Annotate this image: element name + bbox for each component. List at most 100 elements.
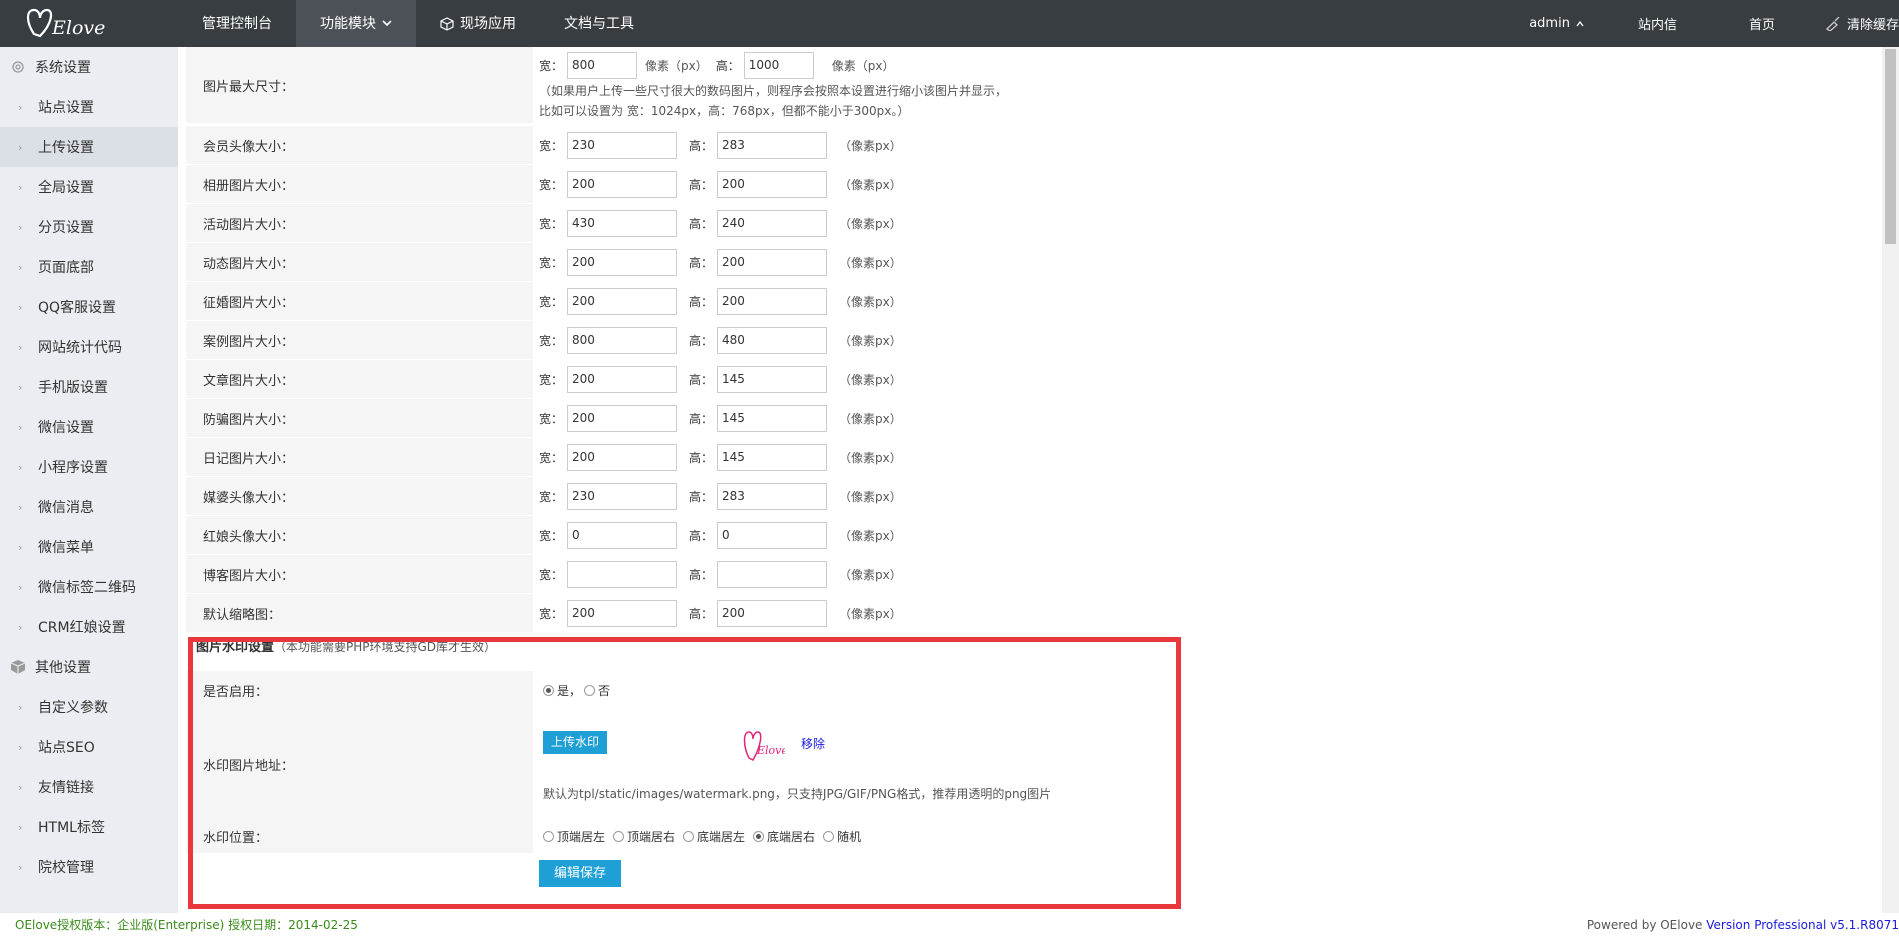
nav-console[interactable]: 管理控制台 xyxy=(178,0,296,47)
sidebar-item[interactable]: › 院校管理 xyxy=(0,847,178,887)
row-label: 活动图片大小： xyxy=(186,204,533,242)
width-input[interactable]: 200 xyxy=(567,443,678,471)
unit-label: （像素px） xyxy=(839,333,902,348)
width-input[interactable] xyxy=(567,560,678,588)
width-input[interactable]: 0 xyxy=(567,521,678,549)
height-input[interactable]: 0 xyxy=(717,521,828,549)
oelove-logo[interactable]: Elove xyxy=(24,4,124,44)
sidebar-item[interactable]: › HTML标签 xyxy=(0,807,178,847)
row-size-setting: 动态图片大小： 宽： 200 高： 200 （像素px） xyxy=(186,243,1186,281)
height-input[interactable]: 200 xyxy=(717,287,828,315)
width-input[interactable]: 200 xyxy=(567,248,678,276)
width-input[interactable]: 200 xyxy=(567,404,678,432)
chevron-right-icon: › xyxy=(18,820,23,834)
sidebar-item[interactable]: › 全局设置 xyxy=(0,167,178,207)
svg-text:Elove: Elove xyxy=(51,17,105,39)
nav-console-label: 管理控制台 xyxy=(202,15,272,32)
sidebar-item[interactable]: › CRM红娘设置 xyxy=(0,607,178,647)
row-size-setting: 文章图片大小： 宽： 200 高： 145 （像素px） xyxy=(186,360,1186,398)
width-label: 宽： xyxy=(539,567,564,582)
nav-onsite[interactable]: 现场应用 xyxy=(416,0,540,47)
height-input[interactable]: 200 xyxy=(717,170,828,198)
sidebar-item-label: 小程序设置 xyxy=(38,460,108,476)
powered-by-prefix: Powered by OElove xyxy=(1586,918,1707,932)
width-input[interactable]: 430 xyxy=(567,209,678,237)
gear-icon xyxy=(12,61,24,73)
sidebar-item-label: 手机版设置 xyxy=(38,380,108,396)
sidebar-item[interactable]: › 小程序设置 xyxy=(0,447,178,487)
row-size-setting: 博客图片大小： 宽： 高： （像素px） xyxy=(186,555,1186,593)
row-size-setting: 征婚图片大小： 宽： 200 高： 200 （像素px） xyxy=(186,282,1186,320)
sidebar-item[interactable]: › 友情链接 xyxy=(0,767,178,807)
width-input[interactable]: 230 xyxy=(567,131,678,159)
unit-label: （像素px） xyxy=(839,489,902,504)
sidebar-item[interactable]: › 网站统计代码 xyxy=(0,327,178,367)
height-input[interactable]: 200 xyxy=(717,599,828,627)
version-link[interactable]: Version Professional v5.1.R8071 xyxy=(1706,918,1899,932)
sidebar-item[interactable]: › 微信消息 xyxy=(0,487,178,527)
nav-modules[interactable]: 功能模块 xyxy=(296,0,416,47)
height-input[interactable]: 145 xyxy=(717,404,828,432)
home-label: 首页 xyxy=(1748,18,1775,33)
unit-label: （像素px） xyxy=(839,450,902,465)
height-input[interactable]: 200 xyxy=(717,248,828,276)
width-input[interactable]: 230 xyxy=(567,482,678,510)
scrollbar[interactable] xyxy=(1882,47,1899,913)
height-input[interactable]: 480 xyxy=(717,326,828,354)
max-width-input[interactable]: 800 xyxy=(567,51,638,79)
width-input[interactable]: 200 xyxy=(567,287,678,315)
scrollbar-thumb[interactable] xyxy=(1885,49,1896,244)
sidebar-item[interactable]: › 微信菜单 xyxy=(0,527,178,567)
height-input[interactable]: 283 xyxy=(717,482,828,510)
width-label: 宽： xyxy=(539,138,564,153)
height-input[interactable]: 145 xyxy=(717,365,828,393)
unit-label: （像素px） xyxy=(839,177,902,192)
nav-docs[interactable]: 文档与工具 xyxy=(540,0,658,47)
unit-label: 像素（px） xyxy=(831,58,895,73)
height-label: 高： xyxy=(689,333,714,348)
width-input[interactable]: 200 xyxy=(567,365,678,393)
admin-username: admin xyxy=(1529,16,1570,31)
sidebar-group-system[interactable]: 系统设置 xyxy=(0,47,178,87)
unit-label: （像素px） xyxy=(839,411,902,426)
admin-user-menu[interactable]: admin xyxy=(1507,16,1606,31)
chevron-right-icon: › xyxy=(18,420,23,434)
sidebar-group-other[interactable]: 其他设置 xyxy=(0,647,178,687)
sidebar-item[interactable]: › QQ客服设置 xyxy=(0,287,178,327)
sidebar-item[interactable]: › 自定义参数 xyxy=(0,687,178,727)
width-label: 宽： xyxy=(539,489,564,504)
width-input[interactable]: 200 xyxy=(567,170,678,198)
sidebar-item[interactable]: › 站点设置 xyxy=(0,87,178,127)
home-link[interactable]: 首页 xyxy=(1709,14,1815,33)
sidebar-item[interactable]: › 微信标签二维码 xyxy=(0,567,178,607)
max-height-input[interactable]: 1000 xyxy=(743,51,814,79)
sidebar-item[interactable]: › 上传设置 xyxy=(0,127,178,167)
messages-link[interactable]: 站内信 xyxy=(1606,14,1709,33)
clear-cache-button[interactable]: 清除缓存 xyxy=(1815,14,1899,33)
chevron-right-icon: › xyxy=(18,860,23,874)
chevron-right-icon: › xyxy=(18,340,23,354)
height-label: 高： xyxy=(689,177,714,192)
height-input[interactable]: 240 xyxy=(717,209,828,237)
row-label: 博客图片大小： xyxy=(186,555,533,593)
chevron-right-icon: › xyxy=(18,500,23,514)
width-label: 宽： xyxy=(539,177,564,192)
height-input[interactable]: 283 xyxy=(717,131,828,159)
row-size-setting: 媒婆头像大小： 宽： 230 高： 283 （像素px） xyxy=(186,477,1186,515)
sidebar-item[interactable]: › 站点SEO xyxy=(0,727,178,767)
width-label: 宽： xyxy=(539,606,564,621)
height-input[interactable] xyxy=(717,560,828,588)
sidebar-item[interactable]: › 页面底部 xyxy=(0,247,178,287)
height-input[interactable]: 145 xyxy=(717,443,828,471)
sidebar-item[interactable]: › 分页设置 xyxy=(0,207,178,247)
sidebar-item[interactable]: › 手机版设置 xyxy=(0,367,178,407)
width-input[interactable]: 800 xyxy=(567,326,678,354)
row-label: 动态图片大小： xyxy=(186,243,533,281)
chevron-right-icon: › xyxy=(18,700,23,714)
highlight-box xyxy=(188,637,1181,909)
row-label: 红娘头像大小： xyxy=(186,516,533,554)
height-label: 高： xyxy=(689,411,714,426)
width-input[interactable]: 200 xyxy=(567,599,678,627)
sidebar-item[interactable]: › 微信设置 xyxy=(0,407,178,447)
powered-by: Powered by OElove Version Professional v… xyxy=(1587,913,1899,937)
